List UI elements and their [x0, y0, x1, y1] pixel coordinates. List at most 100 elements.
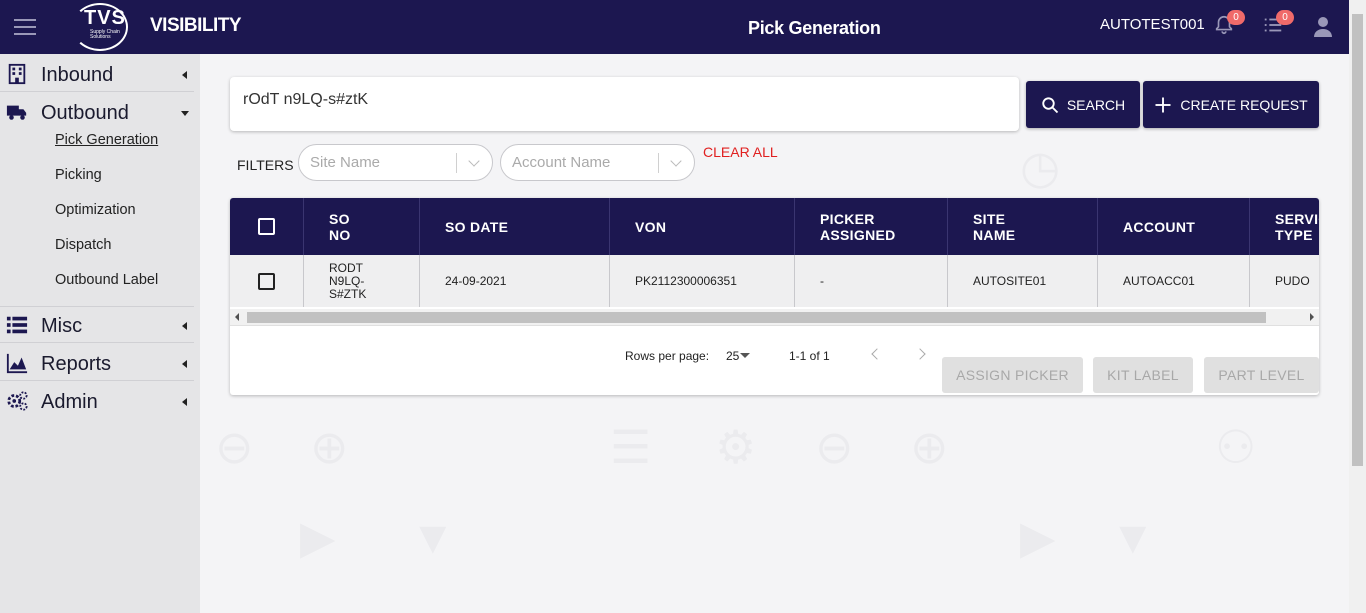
area-chart-icon: [6, 353, 28, 374]
previous-page-icon[interactable]: [871, 348, 883, 360]
cell-so-date: 24-09-2021: [420, 255, 610, 307]
sidebar-item-reports[interactable]: Reports: [0, 345, 194, 381]
gear-watermark-icon: ⚙: [715, 421, 757, 473]
sidebar-subitem-optimization[interactable]: Optimization: [55, 202, 136, 218]
search-box: [230, 77, 1019, 131]
task-list-icon[interactable]: 0: [1262, 10, 1294, 38]
sidebar-item-outbound[interactable]: Outbound: [0, 94, 194, 130]
account-name-placeholder: Account Name: [512, 154, 611, 171]
scrollbar-thumb[interactable]: [1352, 14, 1363, 466]
rows-per-page-select[interactable]: 25: [726, 349, 739, 363]
caret-watermark-icon: ▼: [410, 511, 456, 563]
cell-service-type: PUDO: [1275, 273, 1310, 288]
play-watermark-icon: ▶: [300, 511, 336, 563]
column-header-so-no[interactable]: SO NO: [304, 198, 420, 255]
sidebar-item-admin[interactable]: Admin: [0, 383, 194, 419]
header-line: SITE: [973, 210, 1006, 227]
scroll-right-icon[interactable]: [1310, 313, 1314, 321]
sidebar-subitem-outbound-label[interactable]: Outbound Label: [55, 272, 158, 288]
cell-account: AUTOACC01: [1098, 255, 1250, 307]
play-watermark-icon: ▶: [1020, 511, 1056, 563]
table-row[interactable]: RODT N9LQ- S#ZTK 24-09-2021 PK211230000635…: [230, 255, 1319, 307]
row-select-cell: [230, 255, 304, 307]
next-page-icon[interactable]: [914, 348, 926, 360]
zoom-in-watermark-icon: ⊕: [910, 421, 949, 473]
header-line: ASSIGNED: [820, 226, 896, 243]
header-line: NAME: [973, 226, 1016, 243]
results-table-card: SO NO SO DATE VON PICKER ASSIGNED SITE NAME…: [230, 198, 1319, 395]
sidebar-item-label: Reports: [41, 353, 112, 375]
truck-icon: [6, 105, 27, 120]
page-range: 1-1 of 1: [789, 349, 830, 363]
row-checkbox[interactable]: [258, 272, 275, 290]
rows-per-page-label: Rows per page:: [625, 349, 710, 363]
sidebar-subitem-picking[interactable]: Picking: [55, 167, 102, 183]
select-all-checkbox[interactable]: [258, 218, 275, 235]
kit-label-button[interactable]: KIT LABEL: [1093, 357, 1193, 393]
vertical-scrollbar[interactable]: [1349, 0, 1366, 613]
cell-picker-assigned: -: [795, 255, 948, 307]
chevron-down-icon: [468, 155, 480, 167]
create-request-button[interactable]: CREATE REQUEST: [1143, 81, 1319, 128]
caret-down-icon: [181, 111, 189, 116]
sidebar-item-misc[interactable]: Misc: [0, 307, 194, 343]
caret-left-icon: [182, 398, 187, 406]
header-line: SO: [329, 210, 350, 227]
column-header-account[interactable]: ACCOUNT: [1098, 198, 1250, 255]
account-name-select[interactable]: Account Name: [500, 144, 695, 181]
top-header: TVS Supply Chain Solutions VISIBILITY Pi…: [0, 0, 1349, 54]
site-name-select[interactable]: Site Name: [298, 144, 493, 181]
table-header: SO NO SO DATE VON PICKER ASSIGNED SITE NAME…: [230, 198, 1319, 255]
part-level-button[interactable]: PART LEVEL: [1204, 357, 1319, 393]
caret-left-icon: [182, 71, 187, 79]
sidebar-item-label: Misc: [41, 315, 83, 337]
column-header-so-date[interactable]: SO DATE: [420, 198, 610, 255]
scrollbar-thumb[interactable]: [247, 312, 1266, 323]
list-icon: [6, 316, 28, 334]
column-header-site-name[interactable]: SITE NAME: [948, 198, 1098, 255]
create-request-label: CREATE REQUEST: [1180, 96, 1308, 113]
zoom-out-watermark-icon: ⊖: [815, 421, 854, 473]
caret-left-icon: [182, 360, 187, 368]
list-watermark-icon: ☰: [610, 421, 652, 473]
assign-picker-button[interactable]: ASSIGN PICKER: [942, 357, 1083, 393]
zoom-out-watermark-icon: ⊖: [215, 421, 254, 473]
search-button-label: SEARCH: [1066, 96, 1126, 113]
sidebar-item-inbound[interactable]: Inbound: [0, 56, 194, 92]
caret-down-icon[interactable]: [740, 353, 750, 358]
cell-site-name: AUTOSITE01: [948, 255, 1098, 307]
caret-left-icon: [182, 322, 187, 330]
logo-subtext: Supply Chain Solutions: [90, 29, 120, 40]
search-button[interactable]: SEARCH: [1026, 81, 1140, 128]
scroll-left-icon[interactable]: [235, 313, 239, 321]
page-title: Pick Generation: [748, 18, 881, 38]
building-icon: [8, 63, 26, 85]
divider: [456, 153, 457, 173]
sidebar: Inbound Outbound Pick Generation Picking…: [0, 54, 200, 613]
user-avatar-icon[interactable]: [1313, 16, 1337, 40]
sidebar-subitem-dispatch[interactable]: Dispatch: [55, 237, 111, 253]
gears-icon: [7, 391, 28, 411]
column-header-service-type[interactable]: SERVICETYPE: [1250, 198, 1319, 255]
column-header-von[interactable]: VON: [610, 198, 795, 255]
tasks-badge: 0: [1276, 10, 1294, 25]
column-header-picker-assigned[interactable]: PICKER ASSIGNED: [795, 198, 948, 255]
app-name: VISIBILITY: [150, 15, 242, 36]
chevron-down-icon: [670, 155, 682, 167]
caret-watermark-icon: ▼: [1110, 511, 1156, 563]
cell-so-no: RODT N9LQ- S#ZTK: [304, 255, 420, 307]
hamburger-menu-icon[interactable]: [14, 19, 36, 35]
site-name-placeholder: Site Name: [310, 154, 381, 171]
clear-all-link[interactable]: CLEAR ALL: [703, 144, 778, 160]
notification-bell-icon[interactable]: 0: [1213, 10, 1245, 38]
sidebar-subitem-pick-generation[interactable]: Pick Generation: [55, 132, 158, 148]
sidebar-item-label: Inbound: [41, 64, 114, 86]
horizontal-scrollbar[interactable]: [230, 309, 1319, 325]
divider: [230, 325, 1319, 326]
cell-line: S#ZTK: [329, 286, 367, 301]
user-name[interactable]: AUTOTEST001: [1100, 16, 1205, 33]
search-input[interactable]: [243, 91, 1003, 109]
sidebar-item-label: Admin: [41, 391, 98, 413]
group-watermark-icon: ⚇: [1215, 421, 1257, 473]
divider: [658, 153, 659, 173]
